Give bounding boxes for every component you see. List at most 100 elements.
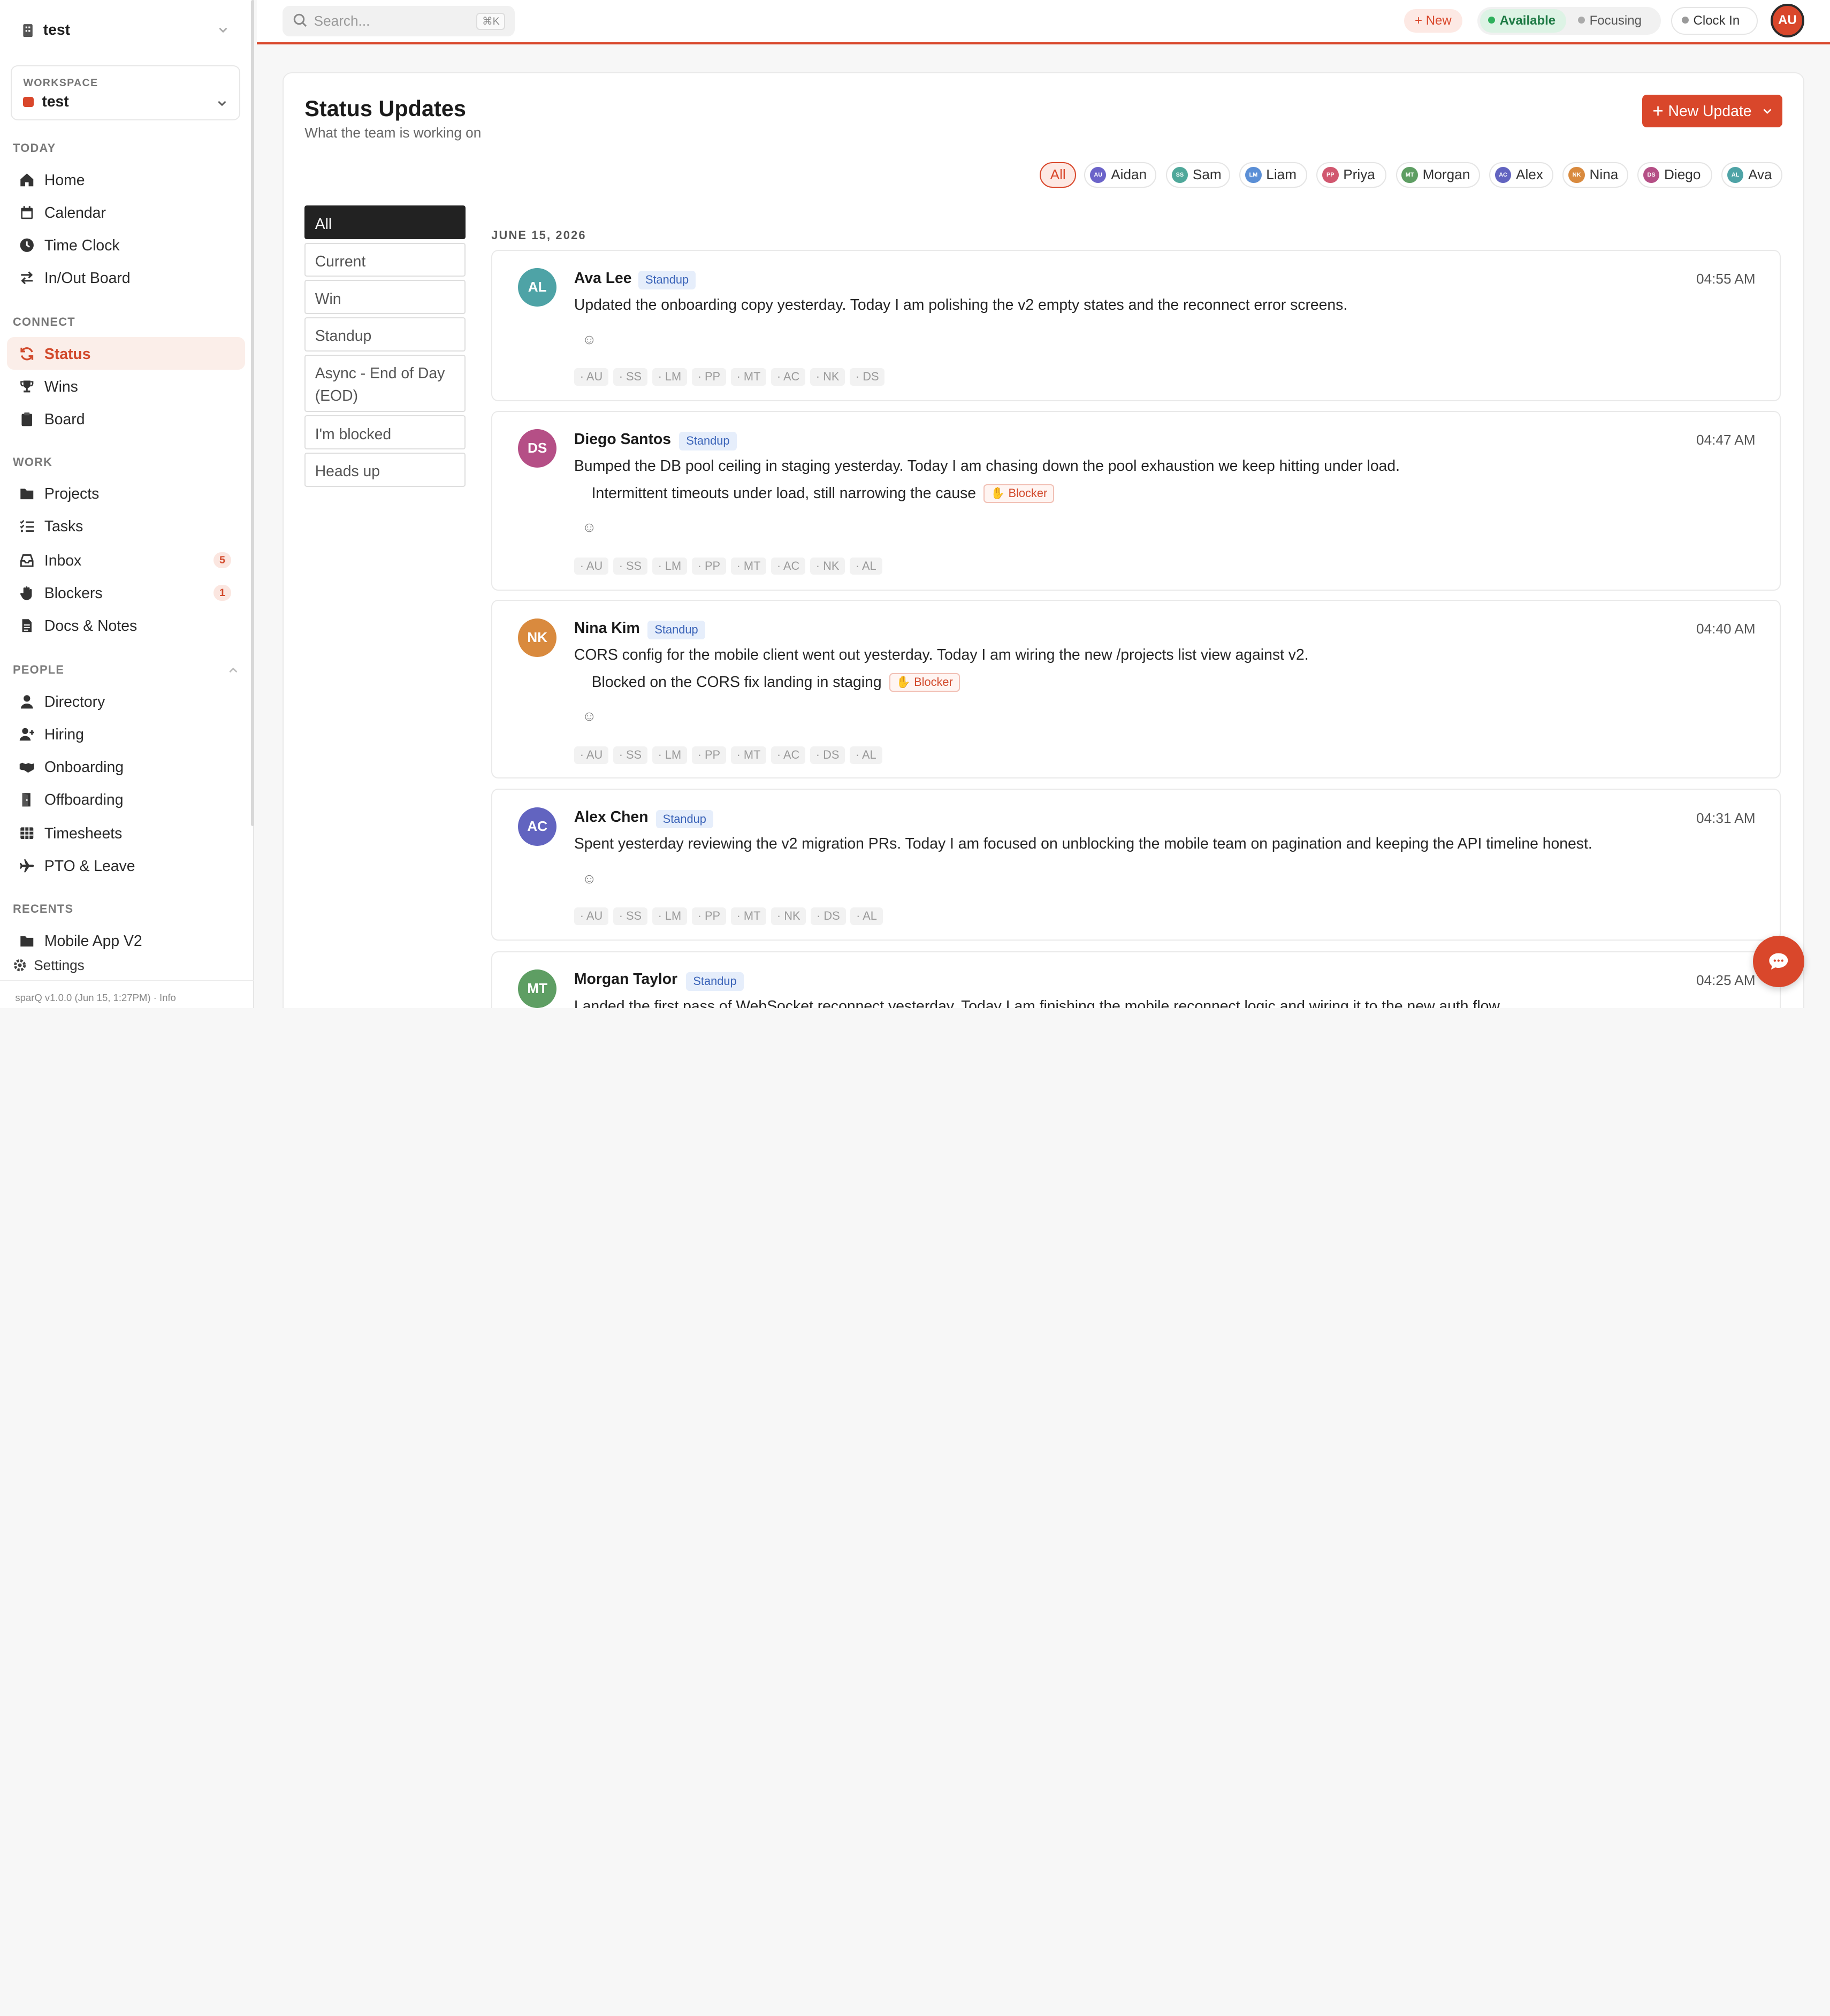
seen-by-badge: · SS [613,746,647,764]
sidebar-item-onboarding[interactable]: Onboarding [7,750,245,783]
status-post: DS Diego Santos Standup 04:47 AM Bumped … [491,410,1781,591]
add-reaction-icon[interactable]: ☺ [577,706,601,729]
sidebar-item-label: Onboarding [44,758,124,776]
type-filter-async-eod[interactable]: Async - End of Day (EOD) [304,355,466,412]
new-button[interactable]: + New [1404,9,1462,33]
sidebar-item-blockers[interactable]: Blockers 1 [7,576,245,609]
seen-by-badge: · LM [652,907,688,925]
version-text: sparQ v1.0.0 (Jun 15, 1:27PM) · Info [15,991,176,1003]
person-filter-morgan[interactable]: MT Morgan [1396,162,1480,188]
type-filter-standup[interactable]: Standup [304,317,466,352]
type-filter-current[interactable]: Current [304,242,466,277]
search-input[interactable]: Search... ⌘K [282,5,515,36]
sidebar-item-calendar[interactable]: Calendar [7,196,245,228]
seen-by-badge: · NK [810,368,845,386]
chip-label: Ava [1748,166,1772,183]
sidebar-item-status[interactable]: Status [7,337,246,370]
chip-label: Sam [1192,166,1222,183]
author-name[interactable]: Diego Santos [574,431,671,448]
person-filter-alex[interactable]: AC Alex [1489,162,1554,188]
sidebar-item-directory[interactable]: Directory [7,685,245,717]
status-focusing[interactable]: Focusing [1577,9,1642,33]
sidebar-item-label: Docs & Notes [44,617,138,635]
sidebar-item-board[interactable]: Board [7,402,245,435]
sidebar-item-label: Tasks [44,518,83,536]
sidebar-item-projects[interactable]: Projects [7,477,245,510]
seen-by-badge: · AL [850,557,882,575]
section-people: PEOPLE [12,662,65,676]
type-filter-heads-up[interactable]: Heads up [304,453,466,487]
sidebar-item-pto-leave[interactable]: PTO & Leave [7,850,245,882]
blocker-note-text: Blocked on the CORS fix landing in stagi… [591,674,882,691]
type-filter-blocked[interactable]: I'm blocked [304,415,466,449]
clock-in-button[interactable]: Clock In [1671,7,1758,35]
sidebar-item-offboarding[interactable]: Offboarding [7,783,245,816]
workspace-switcher[interactable]: test [21,19,233,42]
seen-by-badge: · PP [691,557,726,575]
inbox-count-badge: 5 [214,552,231,569]
sidebar-item-time-clock[interactable]: Time Clock [7,228,245,261]
add-reaction-icon[interactable]: ☺ [577,868,601,892]
avatar[interactable]: MT [518,969,557,1009]
sidebar-item-label: Projects [44,485,100,503]
user-avatar[interactable]: AU [1770,3,1804,37]
settings-link[interactable]: Settings [13,957,85,974]
add-reaction-icon[interactable]: ☺ [577,329,601,353]
user-plus-icon [19,728,34,740]
avatar[interactable]: AL [518,268,557,307]
new-update-button[interactable]: + New Update [1642,94,1782,127]
sidebar-item-recent-mobile-app-v2[interactable]: Mobile App V2 [7,924,245,957]
calendar-icon [21,205,33,219]
workspace-label: WORKSPACE [23,77,98,89]
person-filter-aidan[interactable]: AU Aidan [1084,162,1157,188]
author-name[interactable]: Ava Lee [574,270,632,287]
workspace-name: test [43,21,71,39]
person-filter-priya[interactable]: PP Priya [1316,162,1387,188]
author-name[interactable]: Nina Kim [574,620,640,637]
sidebar-scrollbar[interactable] [250,0,255,827]
seen-by-badge: · MT [730,368,767,386]
avatar[interactable]: NK [518,618,557,657]
person-filter-nina[interactable]: NK Nina [1562,162,1628,188]
author-name[interactable]: Morgan Taylor [574,971,677,988]
home-icon [20,173,34,186]
sidebar-item-label: In/Out Board [44,269,131,287]
sidebar-item-hiring[interactable]: Hiring [7,717,245,750]
post-time: 04:47 AM [1696,431,1756,448]
person-filter-liam[interactable]: LM Liam [1239,162,1307,188]
add-reaction-icon[interactable]: ☺ [577,517,601,540]
sidebar-item-label: Hiring [44,726,84,743]
chevron-up-icon[interactable] [227,665,239,674]
seen-by-badge: · AU [574,907,609,925]
sidebar-item-home[interactable]: Home [7,163,245,196]
person-filter-ava[interactable]: AL Ava [1721,162,1782,188]
sidebar-item-label: Wins [44,378,78,395]
status-available[interactable]: Available [1480,9,1566,33]
sidebar-item-tasks[interactable]: Tasks [7,510,245,543]
seen-by-list: · AU · SS · LM · PP · MT · NK · DS · AL [574,903,888,925]
sidebar-item-timesheets[interactable]: Timesheets [7,817,245,850]
avatar[interactable]: DS [518,429,557,468]
list-check-icon [20,520,34,533]
person-filter-all[interactable]: All [1040,162,1076,188]
page-subtitle: What the team is working on [304,125,482,141]
date-heading: JUNE 15, 2026 [491,228,586,242]
folder-icon [20,936,34,946]
author-name[interactable]: Alex Chen [574,808,649,826]
chat-fab-button[interactable] [1753,936,1804,988]
sidebar-item-label: Status [44,345,91,363]
type-filter-all[interactable]: All [304,205,466,240]
new-update-label: New Update [1668,102,1752,120]
avatar[interactable]: AC [518,807,557,846]
sidebar-item-in-out-board[interactable]: In/Out Board [7,262,245,294]
person-filter-sam[interactable]: SS Sam [1165,162,1230,188]
sidebar-item-wins[interactable]: Wins [7,370,245,402]
seen-by-badge: · NK [810,557,845,575]
person-filter-diego[interactable]: DS Diego [1637,162,1712,188]
seen-by-badge: · SS [613,368,647,386]
workspace-selector[interactable]: WORKSPACE test [10,65,241,120]
type-filter-win[interactable]: Win [304,280,466,314]
sidebar-item-docs-notes[interactable]: Docs & Notes [7,609,245,642]
hand-icon [20,586,32,600]
sidebar-item-inbox[interactable]: Inbox 5 [7,544,245,576]
